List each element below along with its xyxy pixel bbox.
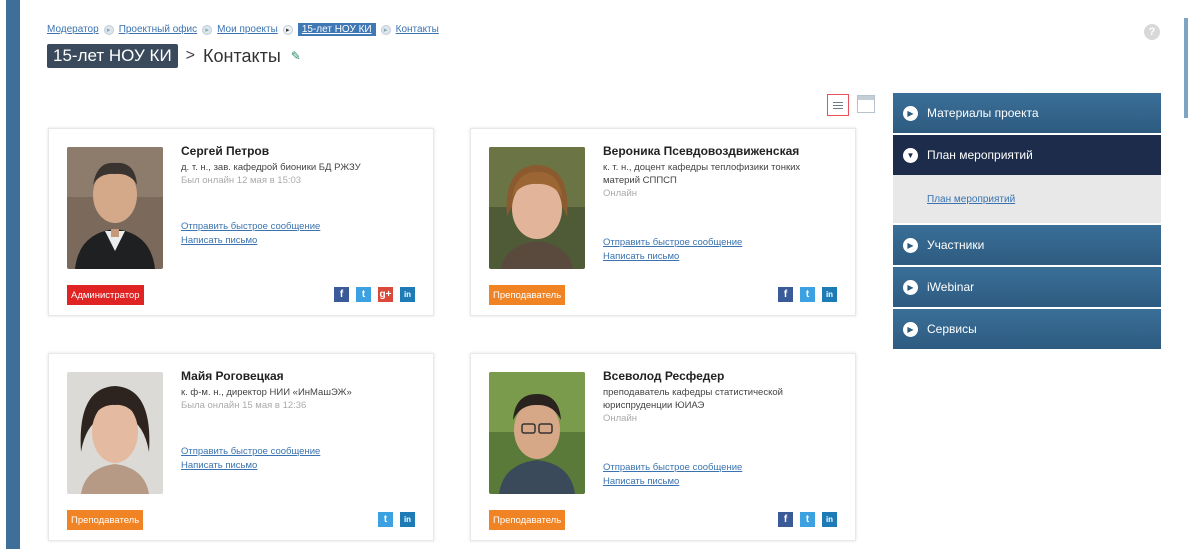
- twitter-icon[interactable]: t: [800, 287, 815, 302]
- social-links: t in: [378, 512, 415, 527]
- breadcrumb: Модератор ▸ Проектный офис ▸ Мои проекты…: [47, 23, 439, 36]
- menu-item-services[interactable]: ▶ Сервисы: [893, 309, 1161, 349]
- chevron-right-icon: ▶: [903, 321, 918, 337]
- right-scrollbar[interactable]: [1184, 18, 1188, 118]
- contact-name[interactable]: Вероника Псевдовоздвиженская: [603, 144, 799, 158]
- breadcrumb-separator-icon: ▸: [380, 24, 391, 35]
- social-links: f t in: [778, 287, 837, 302]
- contact-status: Был онлайн 12 мая в 15:03: [181, 175, 302, 186]
- menu-item-label: Участники: [927, 238, 985, 252]
- facebook-icon[interactable]: f: [778, 287, 793, 302]
- contact-description: к. ф-м. н., директор НИИ «ИнМашЭЖ» Была …: [181, 386, 426, 412]
- project-side-menu: ▶ Материалы проекта ▼ План мероприятий П…: [893, 93, 1161, 351]
- breadcrumb-moderator[interactable]: Модератор: [47, 24, 99, 35]
- twitter-icon[interactable]: t: [378, 512, 393, 527]
- chevron-right-icon: ▶: [903, 279, 918, 295]
- page-title: 15-лет НОУ КИ > Контакты ✎: [47, 44, 301, 68]
- contact-name[interactable]: Сергей Петров: [181, 144, 269, 158]
- contact-photo: [67, 372, 163, 494]
- contact-name[interactable]: Всеволод Ресфедер: [603, 369, 724, 383]
- contact-photo: [67, 147, 163, 269]
- social-links: f t in: [778, 512, 837, 527]
- breadcrumb-separator-icon: ▸: [202, 24, 213, 35]
- contact-status: Онлайн: [603, 188, 638, 199]
- submenu-event-plan: План мероприятий: [893, 175, 1161, 223]
- menu-item-label: Материалы проекта: [927, 106, 1039, 120]
- breadcrumb-project-office[interactable]: Проектный офис: [119, 24, 197, 35]
- send-quick-message-link[interactable]: Отправить быстрое сообщение: [603, 462, 742, 473]
- contact-status: Онлайн: [603, 413, 638, 424]
- pin-icon[interactable]: ✎: [291, 49, 301, 63]
- facebook-icon[interactable]: f: [778, 512, 793, 527]
- send-quick-message-link[interactable]: Отправить быстрое сообщение: [181, 221, 320, 232]
- contact-status: Была онлайн 15 мая в 12:36: [181, 400, 307, 411]
- send-quick-message-link[interactable]: Отправить быстрое сообщение: [181, 446, 320, 457]
- menu-item-event-plan[interactable]: ▼ План мероприятий: [893, 135, 1161, 175]
- breadcrumb-my-projects[interactable]: Мои проекты: [217, 24, 278, 35]
- contact-position: к. ф-м. н., директор НИИ «ИнМашЭЖ»: [181, 387, 352, 398]
- list-view-icon[interactable]: [827, 94, 849, 116]
- role-badge: Преподаватель: [67, 510, 144, 530]
- contact-card: Всеволод Ресфедер преподаватель кафедры …: [470, 353, 856, 541]
- menu-item-iwebinar[interactable]: ▶ iWebinar: [893, 267, 1161, 307]
- calendar-view-icon[interactable]: [857, 95, 875, 113]
- left-border: [6, 0, 20, 549]
- contact-name[interactable]: Майя Роговецкая: [181, 369, 284, 383]
- contact-photo: [489, 147, 585, 269]
- role-badge: Преподаватель: [489, 285, 566, 305]
- linkedin-icon[interactable]: in: [822, 512, 837, 527]
- page-title-text: Контакты: [203, 45, 281, 66]
- menu-item-label: Сервисы: [927, 322, 977, 336]
- help-icon[interactable]: ?: [1144, 24, 1160, 40]
- breadcrumb-separator-icon: ▸: [282, 24, 293, 35]
- contact-position: преподаватель кафедры статистической юри…: [603, 387, 783, 411]
- role-badge: Преподаватель: [489, 510, 566, 530]
- contact-description: преподаватель кафедры статистической юри…: [603, 386, 838, 425]
- submenu-link-event-plan[interactable]: План мероприятий: [927, 194, 1015, 205]
- linkedin-icon[interactable]: in: [822, 287, 837, 302]
- twitter-icon[interactable]: t: [800, 512, 815, 527]
- social-links: f t g+ in: [334, 287, 415, 302]
- linkedin-icon[interactable]: in: [400, 512, 415, 527]
- facebook-icon[interactable]: f: [334, 287, 349, 302]
- contact-description: к. т. н., доцент кафедры теплофизики тон…: [603, 161, 838, 200]
- title-separator: >: [185, 47, 196, 64]
- chevron-right-icon: ▶: [903, 237, 918, 253]
- project-title-badge[interactable]: 15-лет НОУ КИ: [47, 44, 178, 68]
- contact-card: Сергей Петров д. т. н., зав. кафедрой би…: [48, 128, 434, 316]
- linkedin-icon[interactable]: in: [400, 287, 415, 302]
- write-email-link[interactable]: Написать письмо: [181, 460, 257, 471]
- send-quick-message-link[interactable]: Отправить быстрое сообщение: [603, 237, 742, 248]
- write-email-link[interactable]: Написать письмо: [181, 235, 257, 246]
- contact-card: Майя Роговецкая к. ф-м. н., директор НИИ…: [48, 353, 434, 541]
- google-plus-icon[interactable]: g+: [378, 287, 393, 302]
- chevron-down-icon: ▼: [903, 147, 918, 163]
- breadcrumb-project[interactable]: 15-лет НОУ КИ: [297, 23, 376, 36]
- menu-item-label: План мероприятий: [927, 148, 1033, 162]
- breadcrumb-contacts[interactable]: Контакты: [396, 24, 439, 35]
- contact-position: к. т. н., доцент кафедры теплофизики тон…: [603, 162, 801, 186]
- menu-item-participants[interactable]: ▶ Участники: [893, 225, 1161, 265]
- contact-description: д. т. н., зав. кафедрой бионики БД РЖЗУ …: [181, 161, 426, 187]
- menu-item-label: iWebinar: [927, 280, 975, 294]
- role-badge: Администратор: [67, 285, 144, 305]
- chevron-right-icon: ▶: [903, 105, 918, 121]
- contact-photo: [489, 372, 585, 494]
- breadcrumb-separator-icon: ▸: [103, 24, 114, 35]
- write-email-link[interactable]: Написать письмо: [603, 476, 679, 487]
- contact-position: д. т. н., зав. кафедрой бионики БД РЖЗУ: [181, 162, 361, 173]
- menu-item-materials[interactable]: ▶ Материалы проекта: [893, 93, 1161, 133]
- twitter-icon[interactable]: t: [356, 287, 371, 302]
- contact-card: Вероника Псевдовоздвиженская к. т. н., д…: [470, 128, 856, 316]
- write-email-link[interactable]: Написать письмо: [603, 251, 679, 262]
